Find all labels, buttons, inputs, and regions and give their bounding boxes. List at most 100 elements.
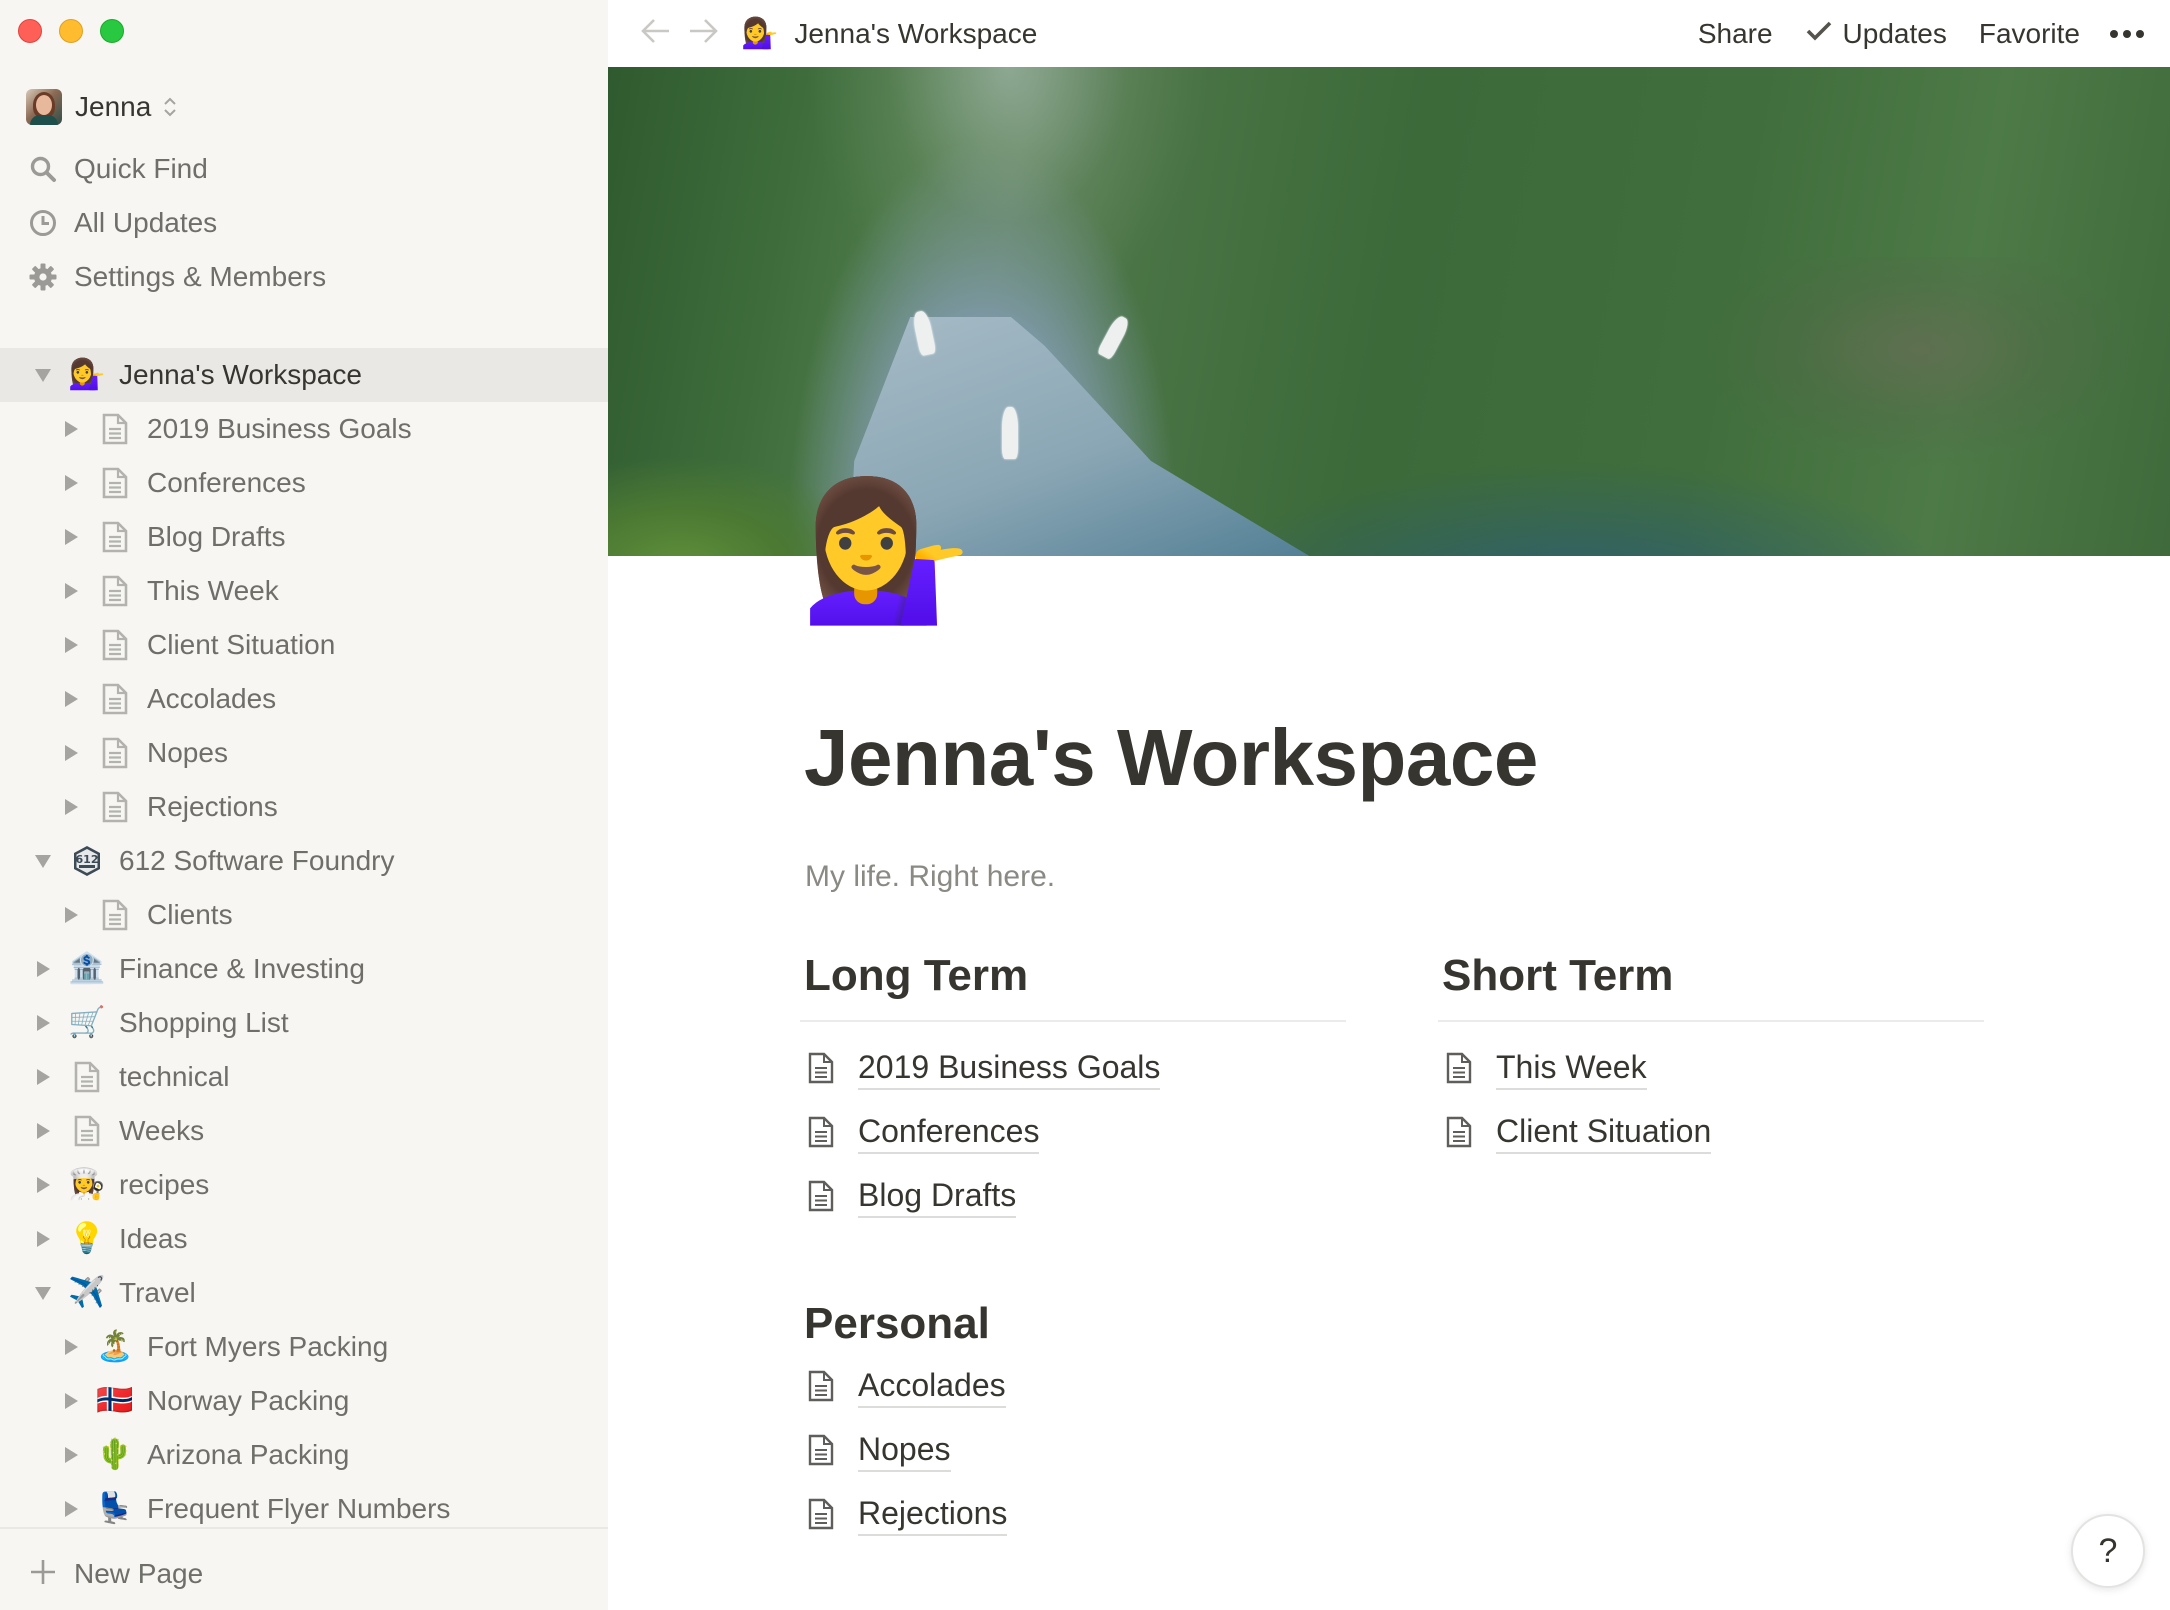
page-icon — [98, 618, 132, 672]
sidebar-tree-item[interactable]: 💁‍♀️ Jenna's Workspace — [0, 348, 608, 402]
back-button[interactable] — [637, 14, 675, 52]
sidebar-tree-item[interactable]: 612 612 Software Foundry — [0, 834, 608, 888]
updates-button[interactable]: Updates — [1805, 18, 1947, 50]
triangle-right-icon[interactable] — [58, 888, 84, 942]
cruise-ship — [1002, 407, 1018, 459]
triangle-right-icon[interactable] — [58, 618, 84, 672]
triangle-down-icon[interactable] — [30, 348, 56, 402]
triangle-right-icon[interactable] — [58, 780, 84, 834]
sidebar-tree-item-label: This Week — [147, 575, 279, 606]
sidebar-item-settings-members[interactable]: Settings & Members — [26, 253, 586, 301]
window-zoom-button[interactable] — [100, 19, 124, 43]
triangle-right-icon[interactable] — [30, 942, 56, 996]
sidebar-tree-item[interactable]: Client Situation — [0, 618, 608, 672]
help-button[interactable]: ? — [2071, 1514, 2145, 1588]
triangle-right-icon[interactable] — [58, 1320, 84, 1374]
triangle-down-icon[interactable] — [30, 834, 56, 888]
triangle-right-icon[interactable] — [30, 1158, 56, 1212]
forward-button[interactable] — [684, 14, 722, 52]
sidebar-tree-item[interactable]: technical — [0, 1050, 608, 1104]
triangle-right-icon[interactable] — [58, 1428, 84, 1482]
triangle-right-icon[interactable] — [58, 564, 84, 618]
sidebar-tree-item[interactable]: 2019 Business Goals — [0, 402, 608, 456]
arrow-right-icon — [687, 17, 719, 50]
page-link[interactable]: Blog Drafts — [800, 1164, 1346, 1228]
page-link[interactable]: 2019 Business Goals — [800, 1036, 1346, 1100]
triangle-right-icon[interactable] — [30, 1212, 56, 1266]
triangle-down-icon[interactable] — [30, 1266, 56, 1320]
sidebar-tree-item[interactable]: ✈️ Travel — [0, 1266, 608, 1320]
sidebar-tree-item[interactable]: Conferences — [0, 456, 608, 510]
sidebar-tree-item-label: Rejections — [147, 791, 278, 822]
sidebar-tree-item-label: Fort Myers Packing — [147, 1331, 389, 1362]
sidebar-tree-item[interactable]: 👩‍🍳 recipes — [0, 1158, 608, 1212]
page-link[interactable]: Accolades — [800, 1354, 1346, 1418]
page-link[interactable]: Client Situation — [1438, 1100, 1984, 1164]
sidebar-item-quick-find[interactable]: Quick Find — [26, 145, 586, 193]
page-link-label: This Week — [1496, 1047, 1647, 1090]
sidebar-tree-item-label: Ideas — [119, 1223, 188, 1254]
sidebar-tree-item-label: Jenna's Workspace — [119, 359, 362, 390]
triangle-right-icon[interactable] — [30, 1104, 56, 1158]
search-icon — [26, 152, 60, 186]
triangle-right-icon[interactable] — [58, 510, 84, 564]
page-icon — [70, 1050, 104, 1104]
favorite-button[interactable]: Favorite — [1979, 18, 2080, 50]
page-link[interactable]: Rejections — [800, 1482, 1346, 1546]
section-personal: Personal Accolades Nopes Rejections — [800, 1294, 1346, 1546]
sidebar-tree-item[interactable]: Rejections — [0, 780, 608, 834]
triangle-right-icon[interactable] — [58, 456, 84, 510]
gear-icon — [26, 260, 60, 294]
section-heading: Personal — [804, 1299, 990, 1348]
workspace-switcher[interactable]: Jenna — [26, 88, 177, 126]
sidebar-tree-item[interactable]: 🇳🇴 Norway Packing — [0, 1374, 608, 1428]
sidebar-tree-item[interactable]: Nopes — [0, 726, 608, 780]
page-title[interactable]: Jenna's Workspace — [804, 712, 1538, 804]
share-button[interactable]: Share — [1698, 18, 1773, 50]
triangle-right-icon[interactable] — [58, 672, 84, 726]
section-heading: Long Term — [804, 951, 1029, 1000]
sidebar-tree-item[interactable]: 🏦 Finance & Investing — [0, 942, 608, 996]
page-icon-emoji[interactable]: 💁‍♀️ — [800, 470, 972, 630]
sidebar-tree-item[interactable]: Blog Drafts — [0, 510, 608, 564]
triangle-right-icon[interactable] — [30, 1050, 56, 1104]
avatar — [26, 89, 62, 125]
triangle-right-icon[interactable] — [58, 1374, 84, 1428]
sidebar-tree-item[interactable]: 🛒 Shopping List — [0, 996, 608, 1050]
sidebar-item-all-updates[interactable]: All Updates — [26, 199, 586, 247]
triangle-right-icon[interactable] — [58, 402, 84, 456]
divider — [800, 1020, 1346, 1022]
window-close-button[interactable] — [18, 19, 42, 43]
divider — [1438, 1020, 1984, 1022]
page-link[interactable]: Nopes — [800, 1418, 1346, 1482]
page-link[interactable]: Conferences — [800, 1100, 1346, 1164]
page-icon — [98, 402, 132, 456]
sidebar-tree-item[interactable]: 💡 Ideas — [0, 1212, 608, 1266]
page-link-label: Nopes — [858, 1429, 951, 1472]
sidebar-tree-item-label: technical — [119, 1061, 230, 1092]
sidebar-tree-item-label: Finance & Investing — [119, 953, 365, 984]
triangle-right-icon[interactable] — [30, 996, 56, 1050]
breadcrumb[interactable]: 💁‍♀️ Jenna's Workspace — [741, 0, 1037, 67]
sidebar-tree-item-label: 2019 Business Goals — [147, 413, 412, 444]
sidebar-tree-item[interactable]: Weeks — [0, 1104, 608, 1158]
page-subtitle[interactable]: My life. Right here. — [805, 860, 1055, 894]
window-minimize-button[interactable] — [59, 19, 83, 43]
sidebar-tree-item[interactable]: 🏝️ Fort Myers Packing — [0, 1320, 608, 1374]
triangle-right-icon[interactable] — [58, 726, 84, 780]
svg-text:612: 612 — [76, 853, 99, 866]
section-short-term: Short Term This Week Client Situation — [1438, 946, 1984, 1164]
sidebar-tree-item-label: recipes — [119, 1169, 210, 1200]
sidebar-tree-item[interactable]: This Week — [0, 564, 608, 618]
sidebar-tree-item[interactable]: Accolades — [0, 672, 608, 726]
sidebar-tree-item-label: Norway Packing — [147, 1385, 350, 1416]
sidebar-tree-item[interactable]: 🌵 Arizona Packing — [0, 1428, 608, 1482]
beach-umbrella-island-icon: 🏝️ — [96, 1330, 134, 1363]
more-options-button[interactable] — [2110, 29, 2144, 38]
page-link[interactable]: This Week — [1438, 1036, 1984, 1100]
page-icon — [1442, 1115, 1476, 1149]
question-mark-icon: ? — [2098, 1531, 2118, 1570]
new-page-button[interactable]: New Page — [26, 1549, 203, 1599]
sidebar-tree-item[interactable]: Clients — [0, 888, 608, 942]
page-tree: 💁‍♀️ Jenna's Workspace 2019 Business Goals… — [0, 348, 608, 1536]
